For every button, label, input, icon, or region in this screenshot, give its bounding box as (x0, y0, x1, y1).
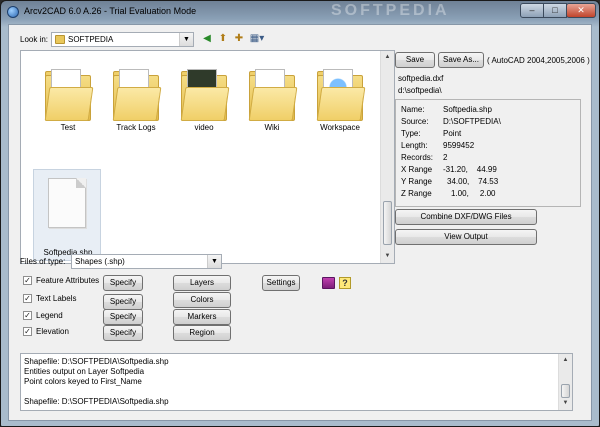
folder-icon (112, 69, 162, 121)
text-labels-checkbox[interactable]: ✓ (23, 294, 32, 303)
output-log[interactable]: Shapefile: D:\SOFTPEDIA\Softpedia.shp En… (20, 353, 573, 411)
dialog-client: Look in: SOFTPEDIA ▼ ◀ ⬆ ✚ ▦▾ Test Track… (8, 24, 592, 421)
chevron-down-icon[interactable]: ▼ (179, 33, 193, 46)
look-in-value: SOFTPEDIA (68, 35, 114, 44)
scroll-thumb[interactable] (561, 384, 570, 398)
log-line: Shapefile: D:\SOFTPEDIA\Softpedia.shp (24, 357, 169, 366)
colors-button[interactable]: Colors (173, 292, 231, 308)
log-line: Shapefile: D:\SOFTPEDIA\Softpedia.shp (24, 397, 169, 406)
format-label: ( AutoCAD 2004,2005,2006 ) (487, 56, 590, 65)
file-icon (48, 178, 86, 228)
list-item[interactable]: Test (33, 61, 103, 141)
file-name: video (194, 123, 214, 132)
scroll-up-icon[interactable]: ▲ (559, 354, 572, 367)
scroll-down-icon[interactable]: ▼ (381, 250, 394, 263)
folder-icon (248, 69, 298, 121)
maximize-button[interactable]: □ (543, 3, 567, 18)
folder-icon (180, 69, 230, 121)
watermark: SOFTPEDIA (331, 2, 450, 19)
elevation-checkbox[interactable]: ✓ (23, 327, 32, 336)
legend-checkbox[interactable]: ✓ (23, 311, 32, 320)
look-in-combo[interactable]: SOFTPEDIA ▼ (51, 32, 194, 47)
help-book-icon[interactable] (322, 277, 335, 289)
view-output-button[interactable]: View Output (395, 229, 537, 245)
legend-label: Legend (36, 311, 63, 320)
output-directory: d:\softpedia\ (398, 86, 442, 95)
feature-attributes-label: Feature Attributes (36, 276, 100, 285)
file-name: Test (60, 123, 76, 132)
text-labels-specify-button[interactable]: Specify (103, 294, 143, 310)
file-list[interactable]: Test Track Logs video Wiki Workspace Sof… (20, 50, 395, 264)
log-line: Entities output on Layer Softpedia (24, 367, 145, 376)
log-line: Point colors keyed to First_Name (24, 377, 142, 386)
app-window: Arcv2CAD 6.0 A.26 - Trial Evaluation Mod… (0, 0, 600, 427)
back-arrow-icon[interactable]: ◀ (199, 32, 215, 47)
files-of-type-label: Files of type: (20, 257, 66, 266)
window-title: Arcv2CAD 6.0 A.26 - Trial Evaluation Mod… (24, 6, 197, 16)
up-folder-icon[interactable]: ⬆ (215, 32, 231, 47)
layers-button[interactable]: Layers (173, 275, 231, 291)
settings-button[interactable]: Settings (262, 275, 300, 291)
help-question-icon[interactable]: ? (339, 277, 351, 289)
list-item[interactable]: Workspace (305, 61, 375, 141)
markers-button[interactable]: Markers (173, 309, 231, 325)
new-folder-icon[interactable]: ✚ (231, 32, 247, 47)
file-name: Wiki (264, 123, 280, 132)
list-item-selected[interactable]: Softpedia.shp (33, 169, 101, 261)
text-labels-label: Text Labels (36, 294, 77, 303)
list-item[interactable]: video (169, 61, 239, 141)
legend-specify-button[interactable]: Specify (103, 309, 143, 325)
list-item[interactable]: Track Logs (101, 61, 171, 141)
file-name: Track Logs (116, 123, 156, 132)
folder-icon (44, 69, 94, 121)
save-button[interactable]: Save (395, 52, 435, 68)
file-list-scrollbar[interactable]: ▲ ▼ (380, 51, 394, 263)
close-button[interactable]: ✕ (566, 3, 596, 18)
view-menu-icon[interactable]: ▦▾ (247, 32, 267, 47)
output-log-scrollbar[interactable]: ▲ ▼ (558, 354, 572, 410)
elevation-specify-button[interactable]: Specify (103, 325, 143, 341)
scroll-down-icon[interactable]: ▼ (559, 397, 572, 410)
scroll-up-icon[interactable]: ▲ (381, 51, 394, 64)
scroll-thumb[interactable] (383, 201, 392, 245)
look-in-label: Look in: (20, 35, 49, 44)
list-item[interactable]: Wiki (237, 61, 307, 141)
file-name: Workspace (320, 123, 360, 132)
region-button[interactable]: Region (173, 325, 231, 341)
combine-dxf-dwg-button[interactable]: Combine DXF/DWG Files (395, 209, 537, 225)
minimize-button[interactable]: – (520, 3, 544, 18)
elevation-label: Elevation (36, 327, 69, 336)
app-icon (7, 6, 19, 18)
output-filename: softpedia.dxf (398, 74, 444, 83)
files-of-type-value: Shapes (.shp) (75, 257, 125, 266)
folder-icon (316, 69, 366, 121)
shapefile-info-panel: Name: Softpedia.shp Source: D:\SOFTPEDIA\ … (395, 99, 581, 207)
save-as-button[interactable]: Save As... (438, 52, 484, 68)
files-of-type-combo[interactable]: Shapes (.shp) ▼ (71, 254, 222, 269)
feature-attributes-checkbox[interactable]: ✓ (23, 276, 32, 285)
folder-small-icon (55, 35, 65, 44)
feature-attributes-specify-button[interactable]: Specify (103, 275, 143, 291)
chevron-down-icon[interactable]: ▼ (207, 255, 221, 268)
title-bar[interactable]: Arcv2CAD 6.0 A.26 - Trial Evaluation Mod… (1, 1, 599, 23)
